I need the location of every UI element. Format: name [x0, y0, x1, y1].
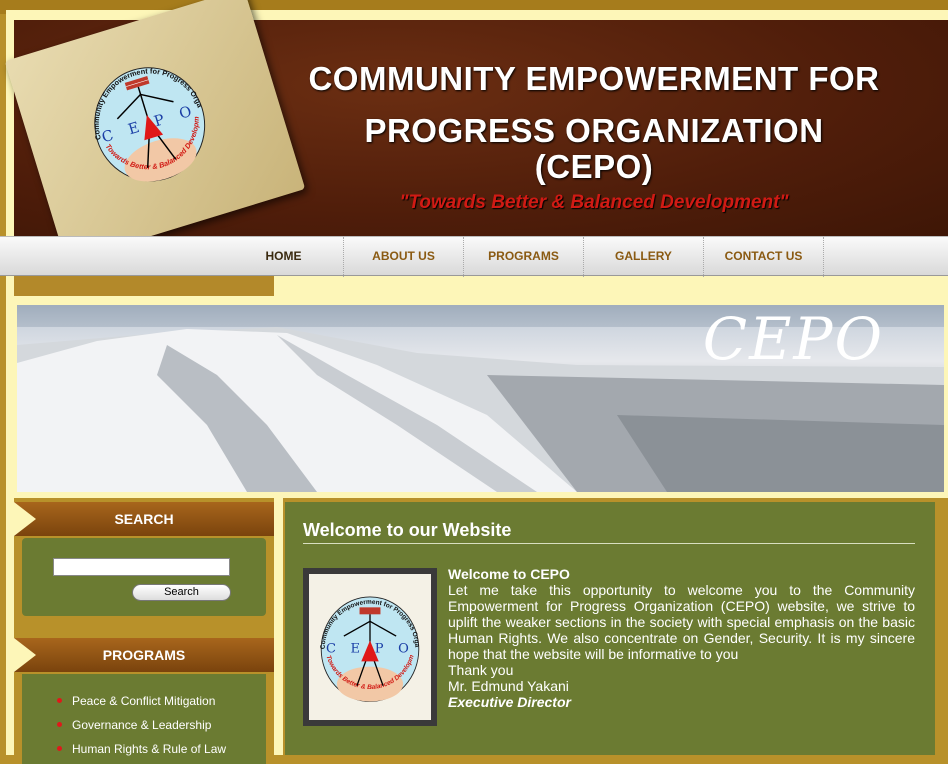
cepo-logo-small-icon: Community Empowerment for Progress Organ…: [307, 583, 420, 702]
welcome-subtitle: Welcome to CEPO: [448, 566, 570, 582]
bullet-icon: [57, 746, 62, 751]
main-nav: HOME ABOUT US PROGRAMS GALLERY CONTACT U…: [0, 236, 948, 277]
programs-heading-label: PROGRAMS: [102, 647, 186, 663]
welcome-text: Welcome to CEPO Let me take this opportu…: [448, 566, 915, 710]
search-input[interactable]: [53, 558, 230, 576]
hero-banner: CEPO: [17, 305, 944, 492]
welcome-panel: Welcome to our Website Community Empower…: [285, 502, 935, 755]
bullet-icon: [57, 722, 62, 727]
program-link-peace[interactable]: Peace & Conflict Mitigation: [57, 694, 216, 708]
search-heading-label: SEARCH: [114, 511, 174, 527]
welcome-thanks: Thank you: [448, 662, 514, 678]
sidebar: SEARCH Search PROGRAMS Peace & Conflict …: [14, 498, 274, 764]
signer-name: Mr. Edmund Yakani: [448, 678, 569, 694]
site-tagline: "Towards Better & Balanced Development": [399, 192, 789, 213]
nav-home[interactable]: HOME: [224, 237, 344, 277]
site-title-line-1: COMMUNITY EMPOWERMENT FOR: [308, 60, 880, 97]
programs-heading: PROGRAMS: [14, 638, 274, 672]
heading-arrow-icon: [14, 502, 36, 536]
welcome-heading: Welcome to our Website: [303, 520, 512, 540]
banner-cepo-word: CEPO: [702, 305, 884, 373]
search-heading: SEARCH: [14, 502, 274, 536]
nav-gallery[interactable]: GALLERY: [584, 237, 704, 277]
nav-contact-us[interactable]: CONTACT US: [704, 237, 824, 277]
program-link-governance[interactable]: Governance & Leadership: [57, 718, 212, 732]
programs-list: Peace & Conflict Mitigation Governance &…: [22, 674, 266, 764]
site-title-line-2: PROGRESS ORGANIZATION: [364, 112, 824, 149]
search-button[interactable]: Search: [132, 584, 231, 601]
sidebar-tab-strip: [14, 276, 274, 296]
director-photo: Community Empowerment for Progress Organ…: [307, 574, 431, 720]
program-link-human-rights[interactable]: Human Rights & Rule of Law: [57, 742, 227, 756]
bullet-icon: [57, 698, 62, 703]
divider: [303, 543, 915, 544]
program-link-label: Human Rights & Rule of Law: [72, 742, 227, 756]
site-title-line-3: (CEPO): [534, 148, 654, 185]
program-link-label: Peace & Conflict Mitigation: [72, 694, 216, 708]
welcome-body: Let me take this opportunity to welcome …: [448, 582, 915, 662]
nav-about-us[interactable]: ABOUT US: [344, 237, 464, 277]
director-photo-frame: Community Empowerment for Progress Organ…: [303, 568, 437, 726]
logo-letters: C E P O: [326, 642, 414, 657]
program-link-label: Governance & Leadership: [72, 718, 212, 732]
main-content: Welcome to our Website Community Empower…: [283, 498, 948, 755]
nav-programs[interactable]: PROGRAMS: [464, 237, 584, 277]
search-panel: Search: [22, 538, 266, 616]
heading-arrow-icon: [14, 638, 36, 672]
signer-title: Executive Director: [448, 694, 571, 710]
